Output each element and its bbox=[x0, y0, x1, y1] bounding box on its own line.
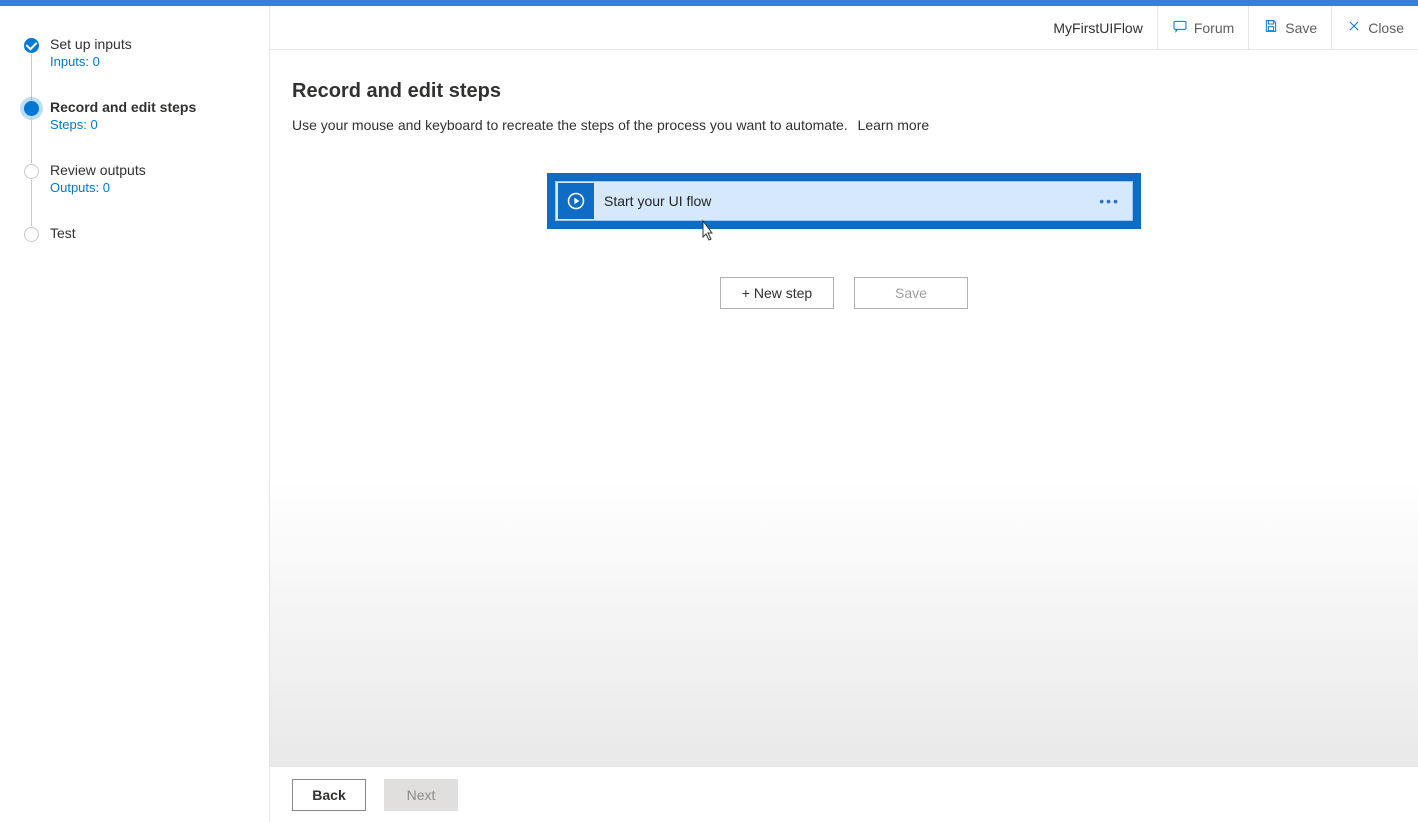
wizard-step-record-and-edit[interactable]: Record and edit steps Steps: 0 bbox=[24, 99, 251, 132]
wizard-step-review-outputs[interactable]: Review outputs Outputs: 0 bbox=[24, 162, 251, 195]
wizard-steps-list: Set up inputs Inputs: 0 Record and edit … bbox=[24, 36, 251, 241]
close-x-icon bbox=[1346, 18, 1362, 37]
step-connector bbox=[31, 180, 32, 226]
footer-bar: Back Next bbox=[270, 766, 1418, 822]
step-connector bbox=[31, 54, 32, 100]
step-subtitle[interactable]: Steps: 0 bbox=[50, 117, 251, 132]
back-button[interactable]: Back bbox=[292, 779, 366, 811]
pending-step-dot-icon bbox=[24, 164, 39, 179]
step-connector bbox=[31, 117, 32, 163]
page-description-text: Use your mouse and keyboard to recreate … bbox=[292, 117, 848, 133]
forum-button-label: Forum bbox=[1194, 20, 1234, 36]
play-circle-icon bbox=[558, 183, 594, 219]
wizard-step-set-up-inputs[interactable]: Set up inputs Inputs: 0 bbox=[24, 36, 251, 69]
step-title: Set up inputs bbox=[50, 36, 251, 52]
wizard-sidebar: Set up inputs Inputs: 0 Record and edit … bbox=[0, 6, 270, 822]
learn-more-link[interactable]: Learn more bbox=[858, 117, 930, 133]
forum-button[interactable]: Forum bbox=[1157, 6, 1248, 49]
canvas-button-row: + New step Save bbox=[720, 277, 968, 309]
step-title: Review outputs bbox=[50, 162, 251, 178]
new-step-button[interactable]: + New step bbox=[720, 277, 834, 309]
save-disk-icon bbox=[1263, 18, 1279, 37]
ellipsis-icon: ••• bbox=[1099, 193, 1120, 209]
step-title: Test bbox=[50, 225, 251, 241]
page-title: Record and edit steps bbox=[292, 80, 1396, 103]
pending-step-dot-icon bbox=[24, 227, 39, 242]
checkmark-circle-icon bbox=[24, 38, 39, 53]
start-ui-flow-card-inner: Start your UI flow ••• bbox=[555, 181, 1133, 221]
save-inline-button: Save bbox=[854, 277, 968, 309]
page-description: Use your mouse and keyboard to recreate … bbox=[292, 117, 1396, 133]
step-title: Record and edit steps bbox=[50, 99, 251, 115]
active-step-dot-icon bbox=[24, 101, 39, 116]
step-subtitle[interactable]: Outputs: 0 bbox=[50, 180, 251, 195]
app-shell: Set up inputs Inputs: 0 Record and edit … bbox=[0, 6, 1418, 822]
start-ui-flow-label: Start your UI flow bbox=[596, 193, 711, 209]
flow-name-label: MyFirstUIFlow bbox=[1039, 6, 1156, 49]
flow-canvas: Start your UI flow ••• + New step Save bbox=[292, 173, 1396, 309]
save-button[interactable]: Save bbox=[1248, 6, 1331, 49]
card-more-menu[interactable]: ••• bbox=[1099, 193, 1120, 209]
content-area: Record and edit steps Use your mouse and… bbox=[270, 50, 1418, 766]
header-bar: MyFirstUIFlow Forum Save Close bbox=[270, 6, 1418, 50]
main-column: MyFirstUIFlow Forum Save Close bbox=[270, 6, 1418, 822]
wizard-step-test[interactable]: Test bbox=[24, 225, 251, 241]
close-button[interactable]: Close bbox=[1331, 6, 1418, 49]
next-button: Next bbox=[384, 779, 458, 811]
start-ui-flow-card[interactable]: Start your UI flow ••• bbox=[547, 173, 1141, 229]
close-button-label: Close bbox=[1368, 20, 1404, 36]
chat-icon bbox=[1172, 18, 1188, 37]
save-button-label: Save bbox=[1285, 20, 1317, 36]
step-subtitle[interactable]: Inputs: 0 bbox=[50, 54, 251, 69]
